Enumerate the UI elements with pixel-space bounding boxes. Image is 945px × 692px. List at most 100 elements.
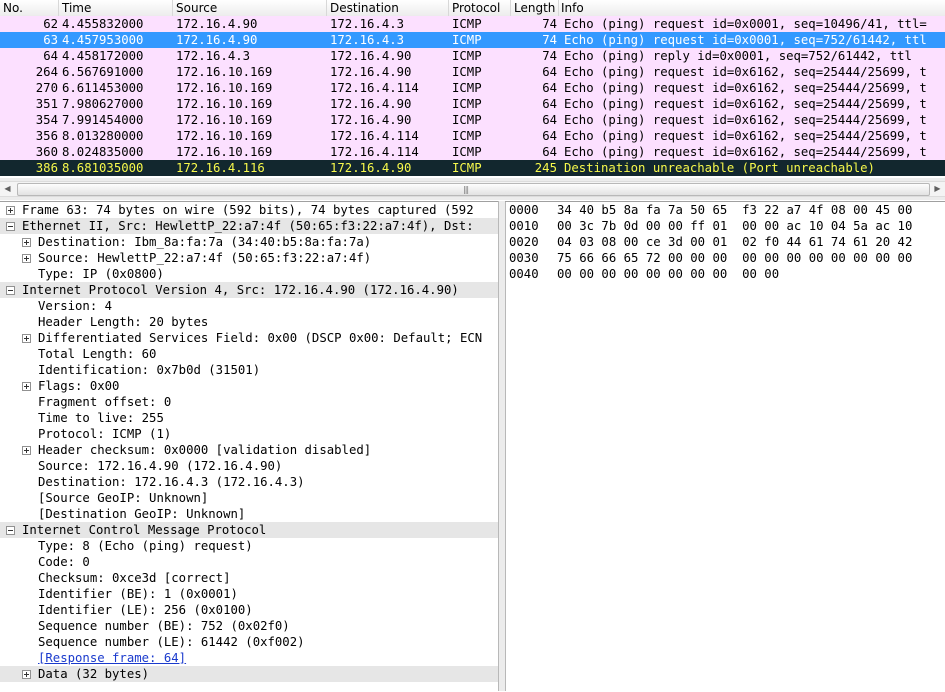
tree-item-label: Time to live: 255 (38, 411, 164, 425)
response-frame-link[interactable]: [Response frame: 64] (38, 650, 186, 666)
column-time[interactable]: Time (62, 1, 91, 15)
packet-row[interactable]: 64 4.458172000 172.16.4.3 172.16.4.90 ICMP 74… (0, 48, 945, 64)
tree-item-label: Type: IP (0x0800) (38, 267, 164, 281)
tree-item-label: Destination: 172.16.4.3 (172.16.4.3) (38, 475, 305, 489)
tree-item[interactable]: Header checksum: 0x0000 [validation disa… (0, 442, 498, 458)
tree-item[interactable]: Type: 8 (Echo (ping) request) (0, 538, 498, 554)
packet-row[interactable]: 62 4.455832000 172.16.4.90 172.16.4.3 ICMP 74… (0, 16, 945, 32)
packet-row[interactable]: 264 6.567691000 172.16.10.169 172.16.4.90 IC… (0, 64, 945, 80)
tree-item[interactable]: Ethernet II, Src: HewlettP_22:a7:4f (50:… (0, 218, 498, 234)
tree-item-label: Protocol: ICMP (1) (38, 427, 172, 441)
packet-row[interactable]: 354 7.991454000 172.16.10.169 172.16.4.90 IC… (0, 112, 945, 128)
tree-item[interactable]: [Response frame: 64] (0, 650, 498, 666)
packet-row[interactable]: 63 4.457953000 172.16.4.90 172.16.4.3 ICMP 74… (0, 32, 945, 48)
hex-offset: 0000 (509, 203, 539, 217)
tree-item[interactable]: Checksum: 0xce3d [correct] (0, 570, 498, 586)
tree-item-label: Flags: 0x00 (38, 379, 120, 393)
tree-item-label: Sequence number (BE): 752 (0x02f0) (38, 619, 290, 633)
hex-bytes[interactable]: 34 40 b5 8a fa 7a 50 65 f3 22 a7 4f 08 0… (557, 202, 912, 218)
packet-cell-len: 64 (542, 145, 557, 159)
scroll-right-arrow-icon[interactable]: ▶ (930, 182, 945, 196)
packet-cell-len: 64 (542, 113, 557, 127)
scrollbar-grip: ||| (463, 185, 469, 194)
expand-icon[interactable] (22, 670, 31, 679)
expand-icon[interactable] (22, 238, 31, 247)
hex-bytes[interactable]: 04 03 08 00 ce 3d 00 01 02 f0 44 61 74 6… (557, 234, 912, 250)
tree-item[interactable]: Total Length: 60 (0, 346, 498, 362)
tree-item[interactable]: Type: IP (0x0800) (0, 266, 498, 282)
expand-icon[interactable] (22, 334, 31, 343)
tree-item-label: Destination: Ibm_8a:fa:7a (34:40:b5:8a:f… (38, 235, 372, 249)
tree-item[interactable]: Data (32 bytes) (0, 666, 498, 682)
hex-row: 0010 00 3c 7b 0d 00 00 ff 01 00 00 ac 10 … (505, 218, 945, 234)
packet-row[interactable]: 351 7.980627000 172.16.10.169 172.16.4.90 IC… (0, 96, 945, 112)
packet-cell-len: 64 (542, 81, 557, 95)
expand-icon[interactable] (22, 254, 31, 263)
packet-row[interactable]: 270 6.611453000 172.16.10.169 172.16.4.114 I… (0, 80, 945, 96)
collapse-icon[interactable] (6, 286, 15, 295)
hex-bytes[interactable]: 00 00 00 00 00 00 00 00 00 00 (557, 266, 779, 282)
packet-details-tree[interactable]: Frame 63: 74 bytes on wire (592 bits), 7… (0, 201, 498, 692)
column-info[interactable]: Info (561, 1, 584, 15)
tree-item[interactable]: Protocol: ICMP (1) (0, 426, 498, 442)
packet-cell-info: Echo (ping) request id=0x6162, seq=25444… (564, 97, 927, 111)
tree-item[interactable]: Frame 63: 74 bytes on wire (592 bits), 7… (0, 202, 498, 218)
tree-item-label: Type: 8 (Echo (ping) request) (38, 539, 253, 553)
tree-item[interactable]: Version: 4 (0, 298, 498, 314)
tree-item[interactable]: Differentiated Services Field: 0x00 (DSC… (0, 330, 498, 346)
column-length[interactable]: Length (514, 1, 555, 15)
packet-cell-info: Echo (ping) request id=0x6162, seq=25444… (564, 81, 927, 95)
tree-item[interactable]: Identification: 0x7b0d (31501) (0, 362, 498, 378)
tree-item[interactable]: Internet Control Message Protocol (0, 522, 498, 538)
packet-cell-info: Destination unreachable (Port unreachabl… (564, 161, 875, 175)
tree-item[interactable]: Time to live: 255 (0, 410, 498, 426)
tree-item[interactable]: Identifier (BE): 1 (0x0001) (0, 586, 498, 602)
tree-item-label: [Destination GeoIP: Unknown] (38, 507, 246, 521)
scroll-left-arrow-icon[interactable]: ◀ (0, 182, 15, 196)
tree-item[interactable]: Destination: 172.16.4.3 (172.16.4.3) (0, 474, 498, 490)
tree-item-label: Sequence number (LE): 61442 (0xf002) (38, 635, 305, 649)
tree-item[interactable]: [Destination GeoIP: Unknown] (0, 506, 498, 522)
scrollbar-thumb[interactable]: ||| (17, 183, 930, 196)
packet-row[interactable]: 356 8.013280000 172.16.10.169 172.16.4.114 I… (0, 128, 945, 144)
tree-item-label: Ethernet II, Src: HewlettP_22:a7:4f (50:… (22, 219, 474, 233)
packet-bytes-pane[interactable]: 0000 34 40 b5 8a fa 7a 50 65 f3 22 a7 4f … (505, 201, 945, 692)
tree-item[interactable]: Identifier (LE): 256 (0x0100) (0, 602, 498, 618)
hex-bytes[interactable]: 00 3c 7b 0d 00 00 ff 01 00 00 ac 10 04 5… (557, 218, 912, 234)
tree-item[interactable]: Header Length: 20 bytes (0, 314, 498, 330)
tree-item-label: Identifier (BE): 1 (0x0001) (38, 587, 238, 601)
column-source[interactable]: Source (176, 1, 217, 15)
tree-item[interactable]: Source: HewlettP_22:a7:4f (50:65:f3:22:a… (0, 250, 498, 266)
packet-cell-info: Echo (ping) request id=0x0001, seq=10496… (564, 17, 927, 31)
tree-item[interactable]: Fragment offset: 0 (0, 394, 498, 410)
column-destination[interactable]: Destination (330, 1, 399, 15)
expand-icon[interactable] (6, 206, 15, 215)
collapse-icon[interactable] (6, 526, 15, 535)
horizontal-scrollbar[interactable]: ◀ ||| ▶ (0, 181, 945, 197)
tree-item[interactable]: [Source GeoIP: Unknown] (0, 490, 498, 506)
packet-cell-len: 64 (542, 97, 557, 111)
tree-item[interactable]: Sequence number (LE): 61442 (0xf002) (0, 634, 498, 650)
tree-item[interactable]: Source: 172.16.4.90 (172.16.4.90) (0, 458, 498, 474)
hex-offset: 0010 (509, 219, 539, 233)
packet-list[interactable]: No. Time Source Destination Protocol Len… (0, 0, 945, 178)
packet-row[interactable]: 386 8.681035000 172.16.4.116 172.16.4.90 ICM… (0, 160, 945, 176)
tree-item-label: Code: 0 (38, 555, 90, 569)
expand-icon[interactable] (22, 382, 31, 391)
expand-icon[interactable] (22, 446, 31, 455)
column-no[interactable]: No. (3, 1, 23, 15)
collapse-icon[interactable] (6, 222, 15, 231)
tree-item[interactable]: Sequence number (BE): 752 (0x02f0) (0, 618, 498, 634)
tree-item[interactable]: Flags: 0x00 (0, 378, 498, 394)
tree-item-label: Identification: 0x7b0d (31501) (38, 363, 261, 377)
tree-item-label: Checksum: 0xce3d [correct] (38, 571, 231, 585)
tree-item[interactable]: Code: 0 (0, 554, 498, 570)
hex-bytes[interactable]: 75 66 66 65 72 00 00 00 00 00 00 00 00 0… (557, 250, 912, 266)
tree-item-label: Data (32 bytes) (38, 667, 150, 681)
packet-cell-len: 74 (542, 33, 557, 47)
packet-row[interactable]: 360 8.024835000 172.16.10.169 172.16.4.114 I… (0, 144, 945, 160)
tree-item[interactable]: Internet Protocol Version 4, Src: 172.16… (0, 282, 498, 298)
packet-cell-len: 64 (542, 129, 557, 143)
column-protocol[interactable]: Protocol (452, 1, 500, 15)
tree-item[interactable]: Destination: Ibm_8a:fa:7a (34:40:b5:8a:f… (0, 234, 498, 250)
